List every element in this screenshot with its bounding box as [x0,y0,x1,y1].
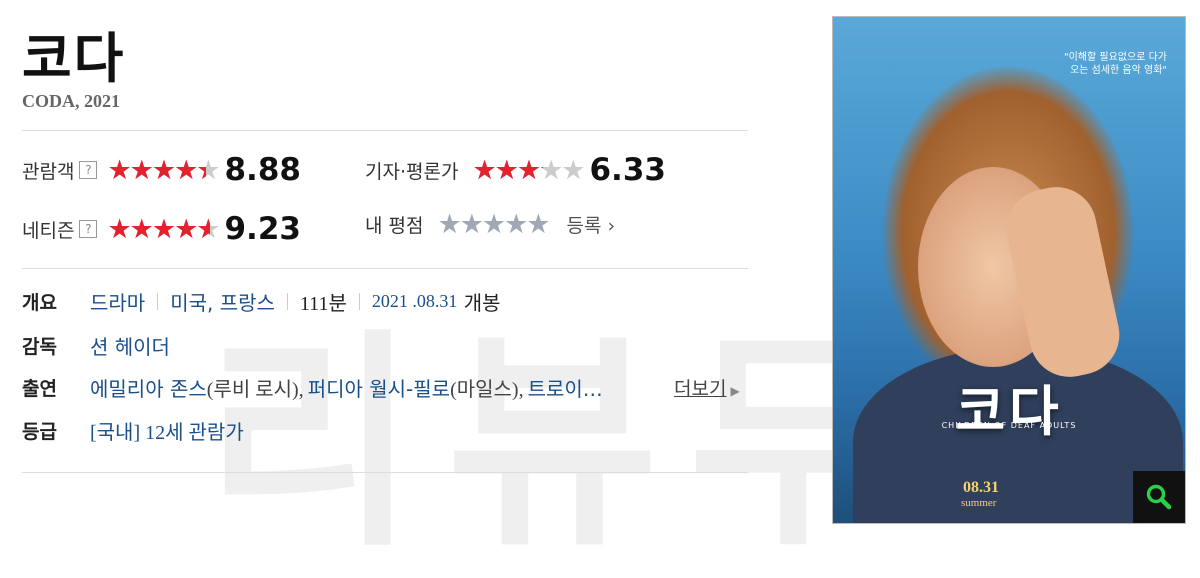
critics-stars: ★★★★★★★★★★ [472,154,585,186]
poster-title: 코다 [955,380,1063,443]
separator [157,293,159,310]
movie-poster[interactable]: "이해할 필요없으로 다가오는 섬세한 음악 영화" 코다 CHILDREN O… [832,16,1186,524]
watermark: 리뷰무 [205,311,930,578]
help-icon[interactable]: ? [79,220,98,238]
actor-link[interactable]: 트로이… [528,373,603,402]
actor-role: (마일스), [450,379,524,401]
cast-label: 출연 [22,378,57,400]
netizen-rating: 네티즌 ? ★★★★★ ★★★★★ 9.23 [22,211,301,247]
grade-link[interactable]: [국내] 12세 관람가 [90,416,244,445]
actor-link[interactable]: 퍼디아 월시-필로 [308,373,450,402]
separator [286,293,288,310]
audience-label: 관람객 [22,160,75,183]
triangle-right-icon: ▶ [730,384,740,398]
actor-link[interactable]: 에밀리아 존스 [90,373,207,402]
audience-score: 8.88 [224,152,301,188]
help-icon[interactable]: ? [79,161,98,179]
poster-quote: "이해할 필요없으로 다가오는 섬세한 음악 영화" [1064,52,1167,76]
divider [22,268,748,269]
director-label: 감독 [22,336,57,358]
separator [358,293,360,310]
audience-rating: 관람객 ? ★★★★★★★★★★ 8.88 [22,152,301,188]
search-icon [1146,484,1172,510]
critics-label: 기자·평론가 [365,160,459,183]
director-link[interactable]: 션 헤이더 [90,331,170,360]
grade-label: 등급 [22,421,57,443]
poster-season: summer [961,497,997,509]
critics-score: 6.33 [589,152,666,188]
divider [22,472,748,473]
more-cast-link[interactable]: 더보기 ▶ [674,374,740,401]
audience-stars: ★★★★★★★★★★ [107,154,220,186]
genre-link[interactable]: 드라마 [90,287,145,316]
country-link[interactable]: 미국, 프랑스 [170,287,275,316]
register-rating-link[interactable]: 등록 › [567,211,616,238]
netizen-label: 네티즌 [22,219,75,242]
netizen-score: 9.23 [224,211,301,247]
critics-rating: 기자·평론가 ★★★★★★★★★★ 6.33 [365,152,666,188]
my-rating: 내 평점 ★★★★★★★★★★ 등록 › [365,211,615,238]
chevron-right-icon: › [601,215,616,237]
divider [22,130,748,131]
netizen-stars: ★★★★★ ★★★★★ [107,213,220,245]
poster-subtitle: CHILDREN OF DEAF ADULTS [941,421,1077,430]
zoom-button[interactable] [1133,471,1185,523]
release-suffix: 개봉 [457,291,501,315]
grade-row: 등급 [국내] 12세 관람가 [22,416,244,445]
poster-date: 08.31 [963,479,999,496]
overview-row: 개요 드라마 미국, 프랑스 111분 2021 .08.31 개봉 [22,287,501,316]
overview-label: 개요 [22,292,57,314]
actor-role: (루비 로시), [206,379,304,401]
runtime: 111분 [299,293,347,315]
release-date-link[interactable]: 2021 .08.31 [372,291,458,312]
my-rating-label: 내 평점 [365,215,424,237]
movie-title: 코다 [22,27,126,90]
director-row: 감독 션 헤이더 [22,331,170,360]
cast-row: 출연 에밀리아 존스 (루비 로시), 퍼디아 월시-필로 (마일스), 트로이… [22,373,603,402]
movie-subtitle: CODA, 2021 [22,91,120,111]
my-rating-stars[interactable]: ★★★★★★★★★★ [437,211,550,238]
